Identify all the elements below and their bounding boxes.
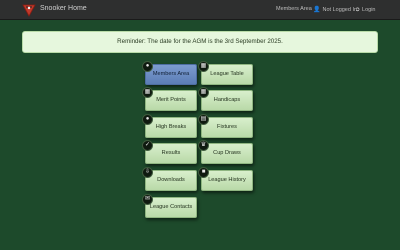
snooker-logo-icon[interactable] [22,3,36,17]
nav-members-area-link[interactable]: Members Area [276,6,312,12]
user-icon: 👤 [313,7,321,13]
trophy-icon: ♛ [198,140,209,151]
tile-label: Merit Points [156,97,186,103]
grid-icon: ▦ [142,87,153,98]
tile-label: Results [161,150,181,156]
login-icon: ➲ [355,7,361,13]
tile-label: Handicaps [213,97,241,103]
book-icon: ■ [198,167,209,178]
tile-label: Cup Draws [213,150,241,156]
tile-label: High Breaks [155,124,187,130]
circle-icon: ● [142,114,153,125]
nav-login-label: Login [362,7,376,13]
tile-label: League Table [210,71,244,77]
download-icon: ⇩ [142,167,153,178]
navbar: Snooker Home Members Area 👤 Not Logged In… [0,0,400,20]
alert-text: Reminder: The date for the AGM is the 3r… [117,38,283,45]
grid-icon: ▦ [198,87,209,98]
calendar-icon: ▤ [198,114,209,125]
agm-reminder-alert: Reminder: The date for the AGM is the 3r… [22,31,378,53]
tile-label: League History [208,177,246,183]
brand-title[interactable]: Snooker Home [40,5,87,12]
tile-label: League Contacts [149,204,193,210]
tile-label: Fixtures [217,124,237,130]
envelope-icon: ✉ [142,194,153,205]
tile-label: Members Area [152,71,190,77]
user-icon: ● [142,61,153,72]
nav-login-link[interactable]: ➲ Login [355,6,376,13]
nav-members-area-label: Members Area [276,6,312,12]
nav-user-status[interactable]: 👤 Not Logged In [313,6,357,13]
nav-user-status-label: Not Logged In [322,7,358,13]
tile-label: Downloads [157,177,185,183]
check-icon: ✓ [142,140,153,151]
grid-icon: ▦ [198,61,209,72]
